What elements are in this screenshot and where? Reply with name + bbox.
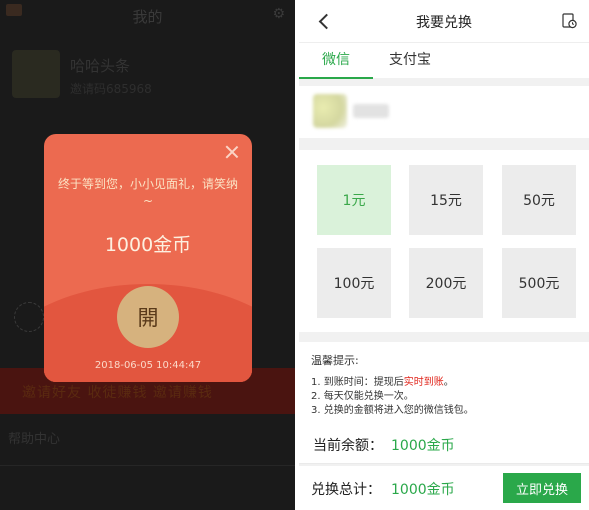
bg-page-title: 我的 — [132, 8, 163, 26]
tip-item: 1. 到账时间：提现后实时到账。 — [311, 376, 577, 390]
amount-option[interactable]: 15元 — [409, 165, 483, 235]
popup-amount: 1000金币 — [104, 234, 192, 256]
footer-bar: 兑换总计： 1000金币 立即兑换 — [299, 466, 589, 510]
tip-text: 3. 兑换的金额将进入您的微信钱包。 — [311, 405, 474, 416]
bg-invite-code: 邀请码685968 — [70, 82, 152, 96]
account-name-blurred — [353, 104, 389, 118]
total-value: 1000金币 — [391, 482, 455, 498]
tip-suffix: 。 — [443, 377, 454, 388]
tab-wechat[interactable]: 微信 — [299, 43, 373, 79]
red-envelope-popup: 终于等到您，小小见面礼，请笑纳~ 1000金币 開 2018-06-05 10:… — [44, 134, 252, 382]
balance-row: 当前余额： 1000金币 — [299, 424, 589, 464]
tab-alipay[interactable]: 支付宝 — [373, 43, 447, 79]
avatar — [313, 94, 347, 128]
tip-text: 1. 到账时间：提现后 — [311, 377, 404, 388]
tips-title: 温馨提示: — [311, 354, 359, 367]
amount-option[interactable]: 50元 — [502, 165, 576, 235]
bg-divider — [0, 465, 295, 466]
profile-screen-dimmed: 我的 ⚙ 哈哈头条 邀请码685968 邀请好友 收徒赚钱 邀请赚钱 帮助中心 … — [0, 0, 295, 510]
tip-text: 2. 每天仅能兑换一次。 — [311, 391, 414, 402]
bg-avatar — [12, 50, 60, 98]
tips-list: 1. 到账时间：提现后实时到账。 2. 每天仅能兑换一次。 3. 兑换的金额将进入您… — [311, 376, 577, 418]
bg-user-name: 哈哈头条 — [70, 57, 131, 75]
bg-banner-text: 邀请好友 收徒赚钱 邀请赚钱 — [22, 385, 213, 401]
amount-grid: 1元 15元 50元 100元 200元 500元 — [299, 150, 589, 332]
page-title: 我要兑换 — [416, 15, 472, 31]
popup-message: 终于等到您，小小见面礼，请笑纳~ — [57, 177, 238, 208]
balance-label: 当前余额： — [313, 438, 383, 454]
gear-icon: ⚙ — [272, 6, 285, 22]
total-label: 兑换总计： — [311, 482, 381, 498]
balance-value: 1000金币 — [391, 438, 455, 454]
amount-option[interactable]: 1元 — [317, 165, 391, 235]
exchange-button[interactable]: 立即兑换 — [503, 473, 581, 503]
bg-help-row: 帮助中心 — [8, 432, 61, 447]
tip-item: 3. 兑换的金额将进入您的微信钱包。 — [311, 404, 577, 418]
tip-item: 2. 每天仅能兑换一次。 — [311, 390, 577, 404]
amount-option[interactable]: 200元 — [409, 248, 483, 318]
payment-tabs: 微信 支付宝 — [299, 42, 589, 79]
exchange-screen: 我要兑换 微信 支付宝 1元 15元 50元 100元 200元 500元 温馨提示: 1… — [299, 0, 589, 510]
share-icon — [14, 302, 44, 332]
amount-option[interactable]: 100元 — [317, 248, 391, 318]
amount-option[interactable]: 500元 — [502, 248, 576, 318]
tip-highlight: 实时到账 — [403, 377, 444, 388]
close-icon[interactable] — [224, 144, 240, 160]
popup-timestamp: 2018-06-05 10:44:47 — [94, 360, 202, 371]
account-info — [299, 86, 589, 138]
history-icon[interactable] — [562, 13, 577, 29]
top-bar: 我要兑换 — [299, 0, 589, 42]
tips-panel: 温馨提示: 1. 到账时间：提现后实时到账。 2. 每天仅能兑换一次。 3. 兑换的… — [299, 342, 589, 424]
open-envelope-button[interactable]: 開 — [117, 286, 179, 348]
